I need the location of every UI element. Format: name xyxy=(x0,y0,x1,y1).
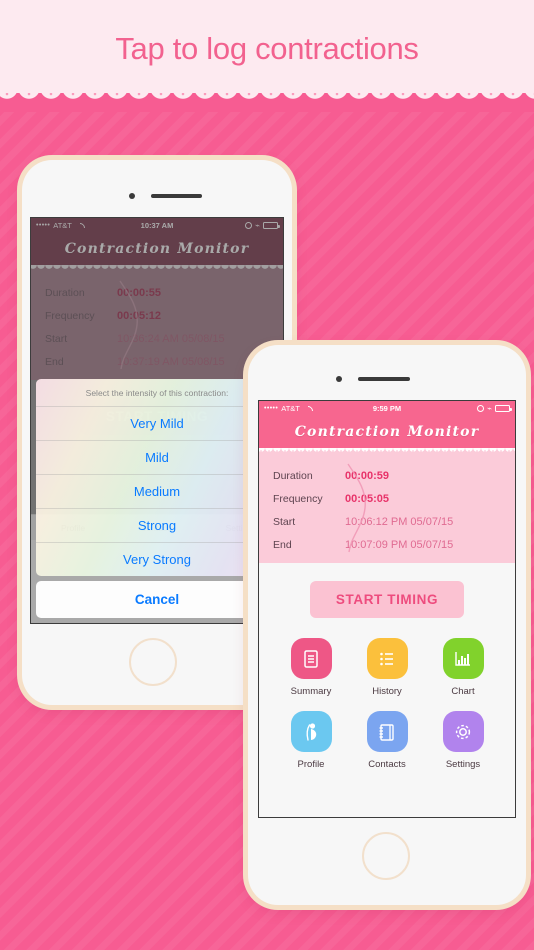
document-icon xyxy=(290,638,332,679)
bluetooth-icon: ⌁ xyxy=(487,403,492,413)
grid-item-history[interactable]: History xyxy=(349,638,425,697)
start-timing-button[interactable]: START TIMING xyxy=(309,581,465,618)
intensity-option-mild[interactable]: Mild xyxy=(36,441,278,475)
phone-front-body: START TIMING Summary History Chart Profi… xyxy=(259,563,515,817)
earpiece-speaker xyxy=(358,377,410,381)
intensity-option-very-strong[interactable]: Very Strong xyxy=(36,543,278,576)
app-nav-bar: Contraction Monitor xyxy=(259,416,515,448)
app-title: Contraction Monitor xyxy=(294,424,480,440)
pregnant-woman-icon xyxy=(290,711,332,752)
phone-back-screen: ••••• AT&T 10:37 AM ⌁ Contraction Monito… xyxy=(30,217,284,624)
intensity-action-sheet: Select the intensity of this contraction… xyxy=(36,379,278,618)
status-bar: ••••• AT&T 9:59 PM ⌁ xyxy=(259,401,515,416)
grid-item-contacts[interactable]: Contacts xyxy=(349,711,425,770)
phone-front-screen: ••••• AT&T 9:59 PM ⌁ Contraction Monitor xyxy=(258,400,516,818)
contraction-data-panel: Duration 00:00:59 Frequency 00:05:05 Sta… xyxy=(259,455,515,563)
address-book-icon xyxy=(366,711,408,752)
bar-chart-icon xyxy=(442,638,484,679)
grid-item-profile[interactable]: Profile xyxy=(273,711,349,770)
table-row: Start 10:06:12 PM 05/07/15 xyxy=(273,515,454,528)
grid-item-settings[interactable]: Settings xyxy=(425,711,501,770)
nav-scallop-trim xyxy=(259,448,515,455)
grid-label: Contacts xyxy=(368,759,406,770)
grid-label: Profile xyxy=(297,759,325,770)
intensity-option-medium[interactable]: Medium xyxy=(36,475,278,509)
earpiece-speaker xyxy=(151,194,202,198)
header-banner: Tap to log contractions xyxy=(0,0,534,97)
home-button[interactable] xyxy=(362,832,410,880)
grid-item-summary[interactable]: Summary xyxy=(273,638,349,697)
battery-icon xyxy=(495,404,512,413)
intensity-option-strong[interactable]: Strong xyxy=(36,509,278,543)
grid-label: Settings xyxy=(445,759,481,770)
grid-label: Chart xyxy=(451,686,475,697)
table-row: Frequency 00:05:05 xyxy=(273,492,390,505)
phone-front: ••••• AT&T 9:59 PM ⌁ Contraction Monitor xyxy=(248,345,526,905)
grid-label: History xyxy=(372,686,402,697)
grid-label: Summary xyxy=(290,686,332,697)
page-title: Tap to log contractions xyxy=(115,30,419,66)
table-row: End 10:07:09 PM 05/07/15 xyxy=(273,538,454,551)
grid-item-chart[interactable]: Chart xyxy=(425,638,501,697)
intensity-option-very-mild[interactable]: Very Mild xyxy=(36,407,278,441)
table-row: Duration 00:00:59 xyxy=(273,469,390,482)
alarm-icon xyxy=(477,405,485,412)
cancel-button[interactable]: Cancel xyxy=(36,581,278,618)
home-button[interactable] xyxy=(129,638,177,686)
list-icon xyxy=(366,638,408,679)
gear-icon xyxy=(442,711,484,752)
front-camera-icon xyxy=(129,193,135,199)
lace-scallop-divider xyxy=(0,88,534,112)
action-sheet-title: Select the intensity of this contraction… xyxy=(36,379,278,407)
feature-icon-grid: Summary History Chart Profile Contacts S… xyxy=(259,632,515,770)
front-camera-icon xyxy=(336,376,342,382)
